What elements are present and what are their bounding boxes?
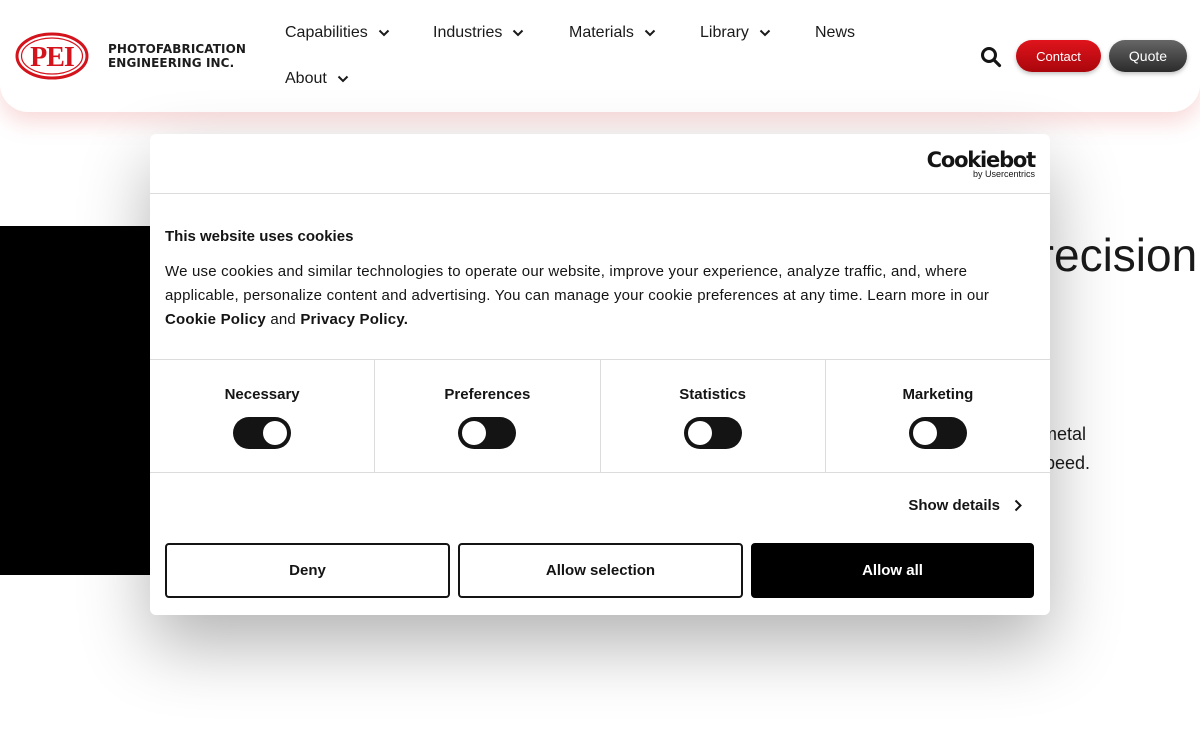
cookie-category-toggles: Necessary Preferences Statistics Marketi… <box>150 360 1050 473</box>
toggle-knob <box>912 421 937 445</box>
nav-materials-label: Materials <box>569 24 634 41</box>
nav-materials[interactable]: Materials <box>569 24 656 42</box>
chevron-down-icon <box>644 29 656 37</box>
toggle-knob <box>687 421 712 445</box>
statistics-toggle[interactable] <box>683 417 742 449</box>
cookiebot-logo: Cookiebot by Usercentrics <box>927 148 1037 179</box>
cookie-dialog-text: We use cookies and similar technologies … <box>165 260 1035 332</box>
nav-library[interactable]: Library <box>700 24 771 42</box>
preferences-toggle[interactable] <box>458 417 517 449</box>
nav-about[interactable]: About <box>285 70 349 88</box>
nav-industries-label: Industries <box>433 24 503 41</box>
company-name-line1: PHOTOFABRICATION <box>108 42 247 56</box>
cookie-policy-link[interactable]: Cookie Policy <box>165 311 266 328</box>
category-statistics: Statistics <box>601 360 826 472</box>
category-preferences-label: Preferences <box>444 386 531 403</box>
marketing-toggle[interactable] <box>908 417 967 449</box>
privacy-policy-link[interactable]: Privacy Policy. <box>300 311 408 328</box>
cookie-dialog-header: Cookiebot by Usercentrics <box>150 134 1050 194</box>
cookie-consent-dialog: Cookiebot by Usercentrics This website u… <box>150 134 1050 615</box>
chevron-down-icon <box>378 29 389 37</box>
hero-title-text: Precision <box>1050 229 1198 281</box>
cookie-body-text: We use cookies and similar technologies … <box>165 263 990 304</box>
quote-button[interactable]: Quote <box>1109 40 1187 72</box>
svg-text:PEI: PEI <box>30 42 74 73</box>
allow-selection-button[interactable]: Allow selection <box>458 543 743 598</box>
cookie-and-text: and <box>265 311 301 328</box>
hero-image-panel <box>0 226 150 575</box>
show-details-link[interactable]: Show details <box>908 497 1022 514</box>
hero-description-line1: metal <box>1050 424 1087 444</box>
cookie-dialog-title: This website uses cookies <box>165 228 354 245</box>
company-name-line2: ENGINEERING INC. <box>108 56 235 70</box>
hero-description-line2: speed. <box>1050 453 1091 473</box>
category-marketing-label: Marketing <box>902 386 974 403</box>
category-necessary: Necessary <box>150 360 376 472</box>
nav-about-label: About <box>285 70 327 87</box>
category-marketing: Marketing <box>826 360 1050 472</box>
toggle-knob <box>263 421 288 445</box>
chevron-down-icon <box>759 29 771 37</box>
contact-button[interactable]: Contact <box>1016 40 1101 72</box>
chevron-down-icon <box>513 29 524 37</box>
pei-logo[interactable]: PEI <box>15 32 89 80</box>
necessary-toggle[interactable] <box>233 417 292 449</box>
category-preferences: Preferences <box>375 360 601 472</box>
nav-news[interactable]: News <box>815 24 855 42</box>
allow-all-button[interactable]: Allow all <box>751 543 1034 598</box>
hero-title: Precision <box>1050 228 1200 282</box>
search-button[interactable] <box>980 46 1002 68</box>
cookie-dialog-body: This website uses cookies We use cookies… <box>150 194 1050 360</box>
toggle-knob <box>462 421 487 445</box>
nav-capabilities[interactable]: Capabilities <box>285 24 390 42</box>
nav-industries[interactable]: Industries <box>433 24 524 42</box>
chevron-right-icon <box>1014 499 1022 512</box>
deny-button[interactable]: Deny <box>165 543 450 598</box>
nav-news-label: News <box>815 24 856 41</box>
category-necessary-label: Necessary <box>224 386 300 403</box>
nav-library-label: Library <box>700 24 749 41</box>
search-icon <box>981 47 1002 68</box>
site-header: PEI PHOTOFABRICATION ENGINEERING INC. Ca… <box>0 0 1200 112</box>
show-details-label: Show details <box>908 497 1000 514</box>
category-statistics-label: Statistics <box>679 386 746 403</box>
chevron-down-icon <box>337 75 349 83</box>
company-name: PHOTOFABRICATION ENGINEERING INC. <box>108 42 246 70</box>
hero-description: metal speed. <box>1050 420 1200 478</box>
nav-capabilities-label: Capabilities <box>285 24 368 41</box>
